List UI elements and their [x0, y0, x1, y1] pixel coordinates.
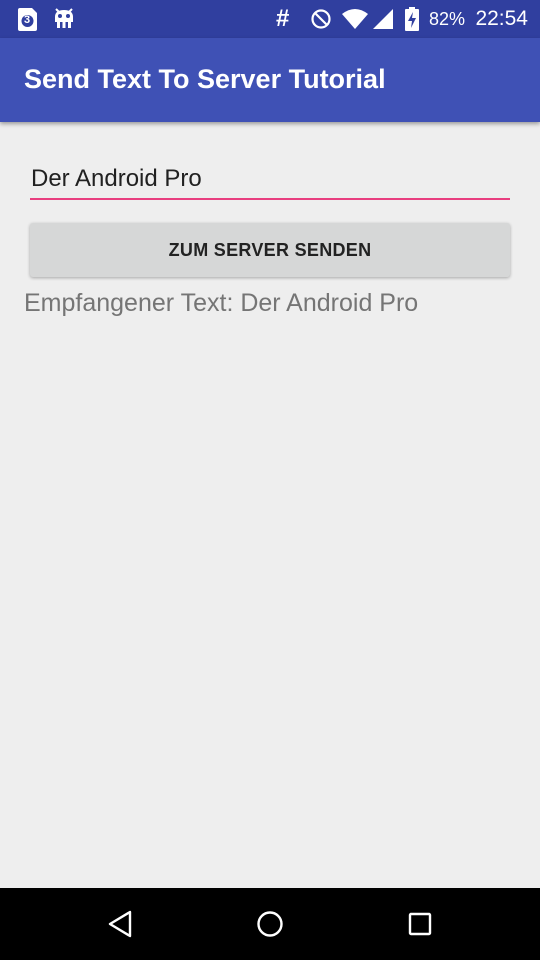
app-title: Send Text To Server Tutorial	[24, 64, 386, 94]
received-text: Empfangener Text: Der Android Pro	[24, 289, 419, 317]
back-icon[interactable]	[102, 906, 138, 942]
send-to-server-button[interactable]: ZUM SERVER SENDEN	[30, 223, 510, 277]
text-input-container	[30, 160, 510, 204]
clock: 22:54	[475, 7, 528, 30]
home-icon[interactable]	[252, 906, 288, 942]
wifi-icon	[341, 8, 369, 35]
battery-charging-icon	[405, 7, 419, 36]
recents-icon[interactable]	[402, 906, 438, 942]
sim-badge: 3	[24, 14, 31, 26]
do-not-disturb-icon	[310, 8, 332, 35]
navigation-bar	[0, 888, 540, 960]
status-bar: 3 # 82% 22:54	[0, 0, 540, 38]
android-debug-icon	[52, 7, 76, 36]
hash-icon: #	[276, 5, 290, 32]
app-bar: Send Text To Server Tutorial	[0, 38, 540, 122]
text-input[interactable]	[30, 160, 510, 200]
cell-signal-icon	[372, 8, 394, 35]
battery-percent: 82%	[429, 9, 466, 29]
